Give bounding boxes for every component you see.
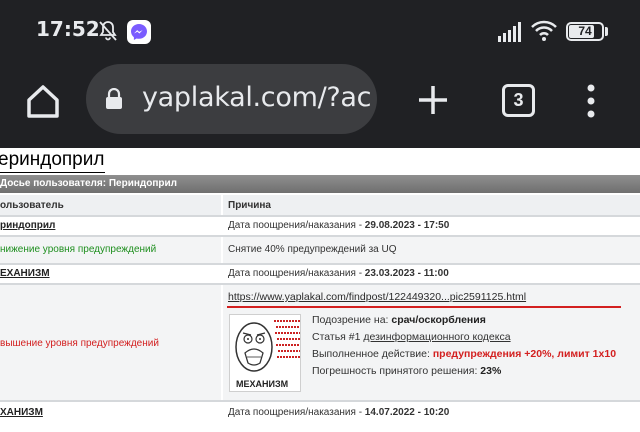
more-vert-icon[interactable] xyxy=(582,82,600,120)
signal-icon xyxy=(498,22,521,42)
table-row: нижение уровня предупреждений Снятие 40%… xyxy=(0,237,640,263)
table-header-row: ользователь Причина xyxy=(0,195,640,215)
title-underline xyxy=(0,172,105,173)
bell-off-icon xyxy=(99,21,117,41)
status-time: 17:52 xyxy=(36,17,100,41)
browser-toolbar: yaplakal.com/?ac 3 xyxy=(0,62,640,148)
table-row: вышение уровня предупреждений https://ww… xyxy=(0,285,640,400)
sanction-date-row: Дата поощрения/наказания - 29.08.2023 - … xyxy=(228,220,450,231)
warning-decrease-label: нижение уровня предупреждений xyxy=(0,244,157,255)
action-line: Выполненное действие: предупреждения +20… xyxy=(312,348,617,360)
home-icon[interactable] xyxy=(22,80,64,122)
table-row: ХАНИЗМ Дата поощрения/наказания - 14.07.… xyxy=(0,402,640,432)
table-row: ЕХАНИЗМ Дата поощрения/наказания - 23.03… xyxy=(0,265,640,283)
dossier-header: Досье пользователя: Периндоприл xyxy=(0,175,640,193)
error-line: Погрешность принятого решения: 23% xyxy=(312,365,502,377)
url-text[interactable]: yaplakal.com/?ac xyxy=(142,82,374,113)
column-user: ользователь xyxy=(0,200,64,211)
wifi-icon xyxy=(531,20,557,41)
lock-icon[interactable] xyxy=(104,88,124,110)
article-line: Статья #1 дезинформационного кодекса xyxy=(312,331,511,343)
findpost-link[interactable]: https://www.yaplakal.com/findpost/122449… xyxy=(228,291,526,303)
sanction-date-row: Дата поощрения/наказания - 23.03.2023 - … xyxy=(228,268,449,279)
user-link[interactable]: ХАНИЗМ xyxy=(0,407,43,418)
warning-increase-label: вышение уровня предупреждений xyxy=(0,338,159,349)
messenger-icon xyxy=(127,20,151,44)
user-link[interactable]: ЕХАНИЗМ xyxy=(0,268,50,279)
avatar-caption: МЕХАНИЗМ xyxy=(236,379,289,389)
reason-text: Снятие 40% предупреждений за UQ xyxy=(228,244,397,255)
column-reason: Причина xyxy=(228,200,271,211)
web-page: ериндоприл Досье пользователя: Периндопр… xyxy=(0,148,640,432)
sanction-date-row: Дата поощрения/наказания - 14.07.2022 - … xyxy=(228,407,450,418)
suspicion-line: Подозрение на: срач/оскорбления xyxy=(312,314,486,326)
page-title: ериндоприл xyxy=(0,149,105,170)
plus-icon[interactable] xyxy=(415,82,451,118)
status-bar: 17:52 74 xyxy=(0,0,640,62)
user-link[interactable]: риндоприл xyxy=(0,220,55,231)
tab-switcher-button[interactable]: 3 xyxy=(502,84,535,117)
rage-face-icon xyxy=(235,320,300,372)
table-row: риндоприл Дата поощрения/наказания - 29.… xyxy=(0,217,640,235)
battery-level: 74 xyxy=(578,24,592,38)
battery-icon: 74 xyxy=(566,22,604,41)
red-divider xyxy=(227,306,621,308)
battery-tip xyxy=(605,27,608,36)
article-link[interactable]: дезинформационного кодекса xyxy=(363,331,510,343)
